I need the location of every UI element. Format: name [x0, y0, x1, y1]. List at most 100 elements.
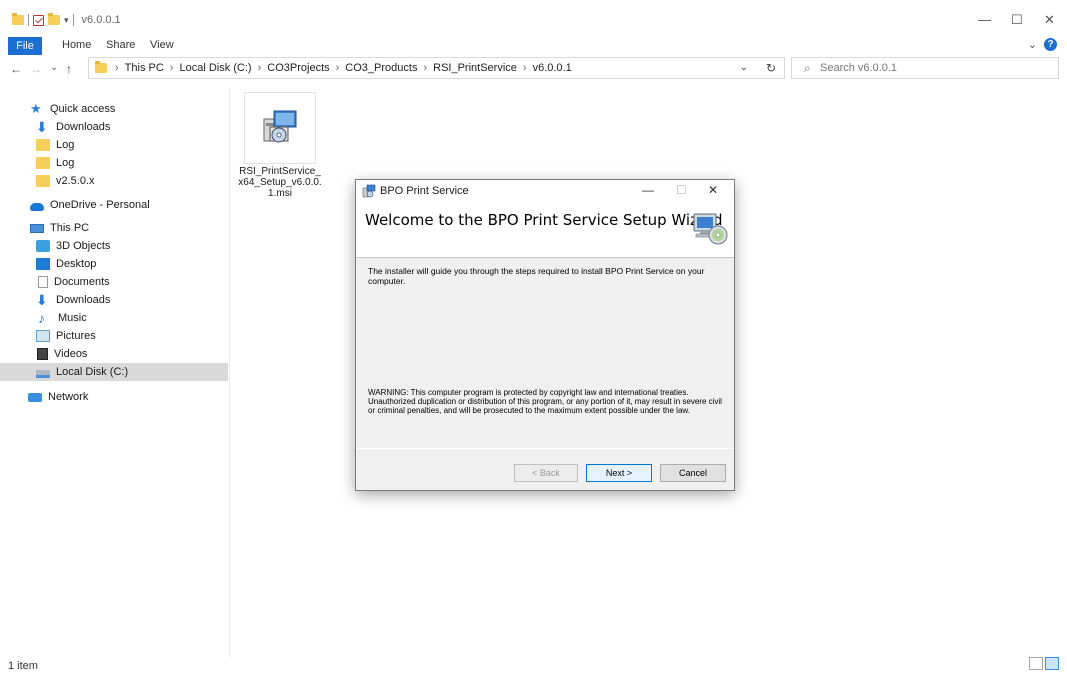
breadcrumb-co3-products[interactable]: CO3_Products: [345, 62, 417, 74]
tab-share[interactable]: Share: [106, 39, 135, 51]
nav-network[interactable]: Network: [0, 388, 228, 406]
address-dropdown-icon[interactable]: ⌄: [740, 62, 748, 73]
forward-button[interactable]: →: [30, 62, 42, 76]
address-bar[interactable]: › This PC › Local Disk (C:) › CO3Project…: [88, 57, 785, 79]
nav-pictures[interactable]: Pictures: [0, 327, 228, 345]
nav-desktop[interactable]: Desktop: [0, 255, 228, 273]
new-folder-icon[interactable]: [48, 13, 60, 25]
nav-onedrive[interactable]: OneDrive - Personal: [0, 196, 228, 214]
nav-quick-access[interactable]: ★ Quick access: [0, 100, 228, 118]
help-icon[interactable]: ?: [1044, 38, 1057, 51]
nav-log-2[interactable]: Log: [0, 154, 228, 172]
breadcrumb-local-disk[interactable]: Local Disk (C:): [179, 62, 251, 74]
properties-icon[interactable]: [33, 14, 44, 26]
expand-ribbon-icon[interactable]: ⌄: [1028, 38, 1037, 51]
nav-local-disk[interactable]: Local Disk (C:): [0, 363, 228, 381]
breadcrumb-separator: ›: [169, 62, 174, 74]
nav-v2-5[interactable]: v2.5.0.x: [0, 172, 228, 190]
file-item-msi[interactable]: [244, 92, 316, 164]
breadcrumb-rsi-printservice[interactable]: RSI_PrintService: [433, 62, 517, 74]
tab-view[interactable]: View: [150, 39, 174, 51]
nav-label: Log: [56, 139, 75, 151]
up-button[interactable]: ↑: [66, 62, 72, 76]
nav-label: Quick access: [50, 103, 116, 115]
nav-3d-objects[interactable]: 3D Objects: [0, 237, 228, 255]
close-button[interactable]: ✕: [1044, 12, 1055, 28]
status-item-count: 1 item: [8, 660, 38, 672]
document-icon: [38, 276, 48, 288]
back-button[interactable]: ←: [10, 62, 22, 76]
dialog-title-bar[interactable]: BPO Print Service — ☐ ✕: [356, 180, 734, 202]
folder-icon: [95, 61, 107, 73]
computer-cd-icon: [693, 213, 728, 245]
msi-installer-icon: [263, 110, 297, 143]
nav-downloads-quick[interactable]: ⬇ Downloads: [0, 118, 228, 136]
breadcrumb: › This PC › Local Disk (C:) › CO3Project…: [115, 62, 572, 74]
dialog-header: Welcome to the BPO Print Service Setup W…: [356, 202, 734, 258]
download-icon: ⬇: [36, 119, 48, 135]
nav-label: 3D Objects: [56, 240, 111, 252]
minimize-button[interactable]: —: [978, 12, 991, 27]
search-input[interactable]: ⌕ Search v6.0.0.1: [791, 57, 1059, 79]
file-name-line: RSI_PrintService_: [239, 166, 321, 177]
nav-log-1[interactable]: Log: [0, 136, 228, 154]
nav-music[interactable]: ♪ Music: [0, 309, 228, 327]
nav-label: Local Disk (C:): [56, 366, 129, 378]
search-icon: ⌕: [804, 61, 811, 75]
file-name-label: RSI_PrintService_ x64_Setup_v6.0.0. 1.ms…: [232, 166, 328, 199]
large-icons-view-icon[interactable]: [1045, 657, 1059, 670]
nav-label: Downloads: [56, 121, 111, 133]
wizard-description: The installer will guide you through the…: [368, 266, 705, 286]
navigation-pane: ★ Quick access ⬇ Downloads Log Log v2.5.…: [0, 88, 230, 658]
folder-icon[interactable]: [12, 13, 24, 25]
next-button[interactable]: Next >: [586, 464, 652, 482]
window-title: v6.0.0.1: [81, 14, 121, 26]
nav-documents[interactable]: Documents: [0, 273, 228, 291]
nav-this-pc[interactable]: This PC: [0, 219, 228, 237]
breadcrumb-separator: ›: [335, 62, 340, 74]
nav-label: Videos: [54, 348, 88, 360]
nav-videos[interactable]: Videos: [0, 345, 228, 363]
maximize-button[interactable]: ☐: [1011, 12, 1023, 28]
breadcrumb-this-pc[interactable]: This PC: [125, 62, 164, 74]
copyright-warning: WARNING: This computer program is protec…: [368, 388, 722, 415]
tab-home[interactable]: Home: [62, 39, 91, 51]
breadcrumb-separator: ›: [257, 62, 262, 74]
dialog-maximize-button[interactable]: ☐: [676, 183, 687, 197]
file-name-line: 1.msi: [268, 188, 292, 199]
cube-icon: [36, 240, 50, 252]
details-view-icon[interactable]: [1029, 657, 1043, 670]
divider: [72, 14, 74, 26]
title-bar: ▾ v6.0.0.1 — ☐ ✕: [0, 0, 1067, 36]
ribbon-tabs: File Home Share View ⌄ ?: [0, 36, 1067, 56]
nav-label: Music: [58, 312, 87, 324]
nav-label: OneDrive - Personal: [50, 199, 150, 211]
disk-icon: [36, 369, 50, 378]
computer-icon: [30, 223, 44, 233]
breadcrumb-co3projects[interactable]: CO3Projects: [267, 62, 329, 74]
desktop-icon: [36, 258, 50, 270]
nav-downloads[interactable]: ⬇ Downloads: [0, 291, 228, 309]
customize-toolbar-icon[interactable]: ▾: [64, 15, 69, 26]
nav-label: Pictures: [56, 330, 96, 342]
download-icon: ⬇: [36, 292, 48, 308]
setup-wizard-dialog: BPO Print Service — ☐ ✕ Welcome to the B…: [355, 179, 735, 491]
tab-file[interactable]: File: [8, 37, 42, 55]
back-button[interactable]: < Back: [514, 464, 578, 482]
quick-access-toolbar: ▾ v6.0.0.1: [12, 13, 121, 26]
nav-label: This PC: [50, 222, 90, 234]
wizard-heading: Welcome to the BPO Print Service Setup W…: [365, 211, 723, 229]
folder-icon: [36, 175, 50, 187]
pictures-icon: [36, 330, 50, 342]
refresh-icon[interactable]: ↻: [766, 61, 776, 75]
recent-locations-button[interactable]: ⌄: [50, 62, 58, 73]
nav-label: Downloads: [56, 294, 111, 306]
breadcrumb-v6[interactable]: v6.0.0.1: [533, 62, 572, 74]
dialog-minimize-button[interactable]: —: [642, 183, 654, 197]
dialog-close-button[interactable]: ✕: [708, 183, 718, 197]
dialog-title: BPO Print Service: [380, 185, 469, 197]
cancel-button[interactable]: Cancel: [660, 464, 726, 482]
breadcrumb-separator: ›: [423, 62, 428, 74]
address-row: ← → ⌄ ↑ › This PC › Local Disk (C:) › CO…: [0, 56, 1067, 82]
nav-label: v2.5.0.x: [56, 175, 95, 187]
